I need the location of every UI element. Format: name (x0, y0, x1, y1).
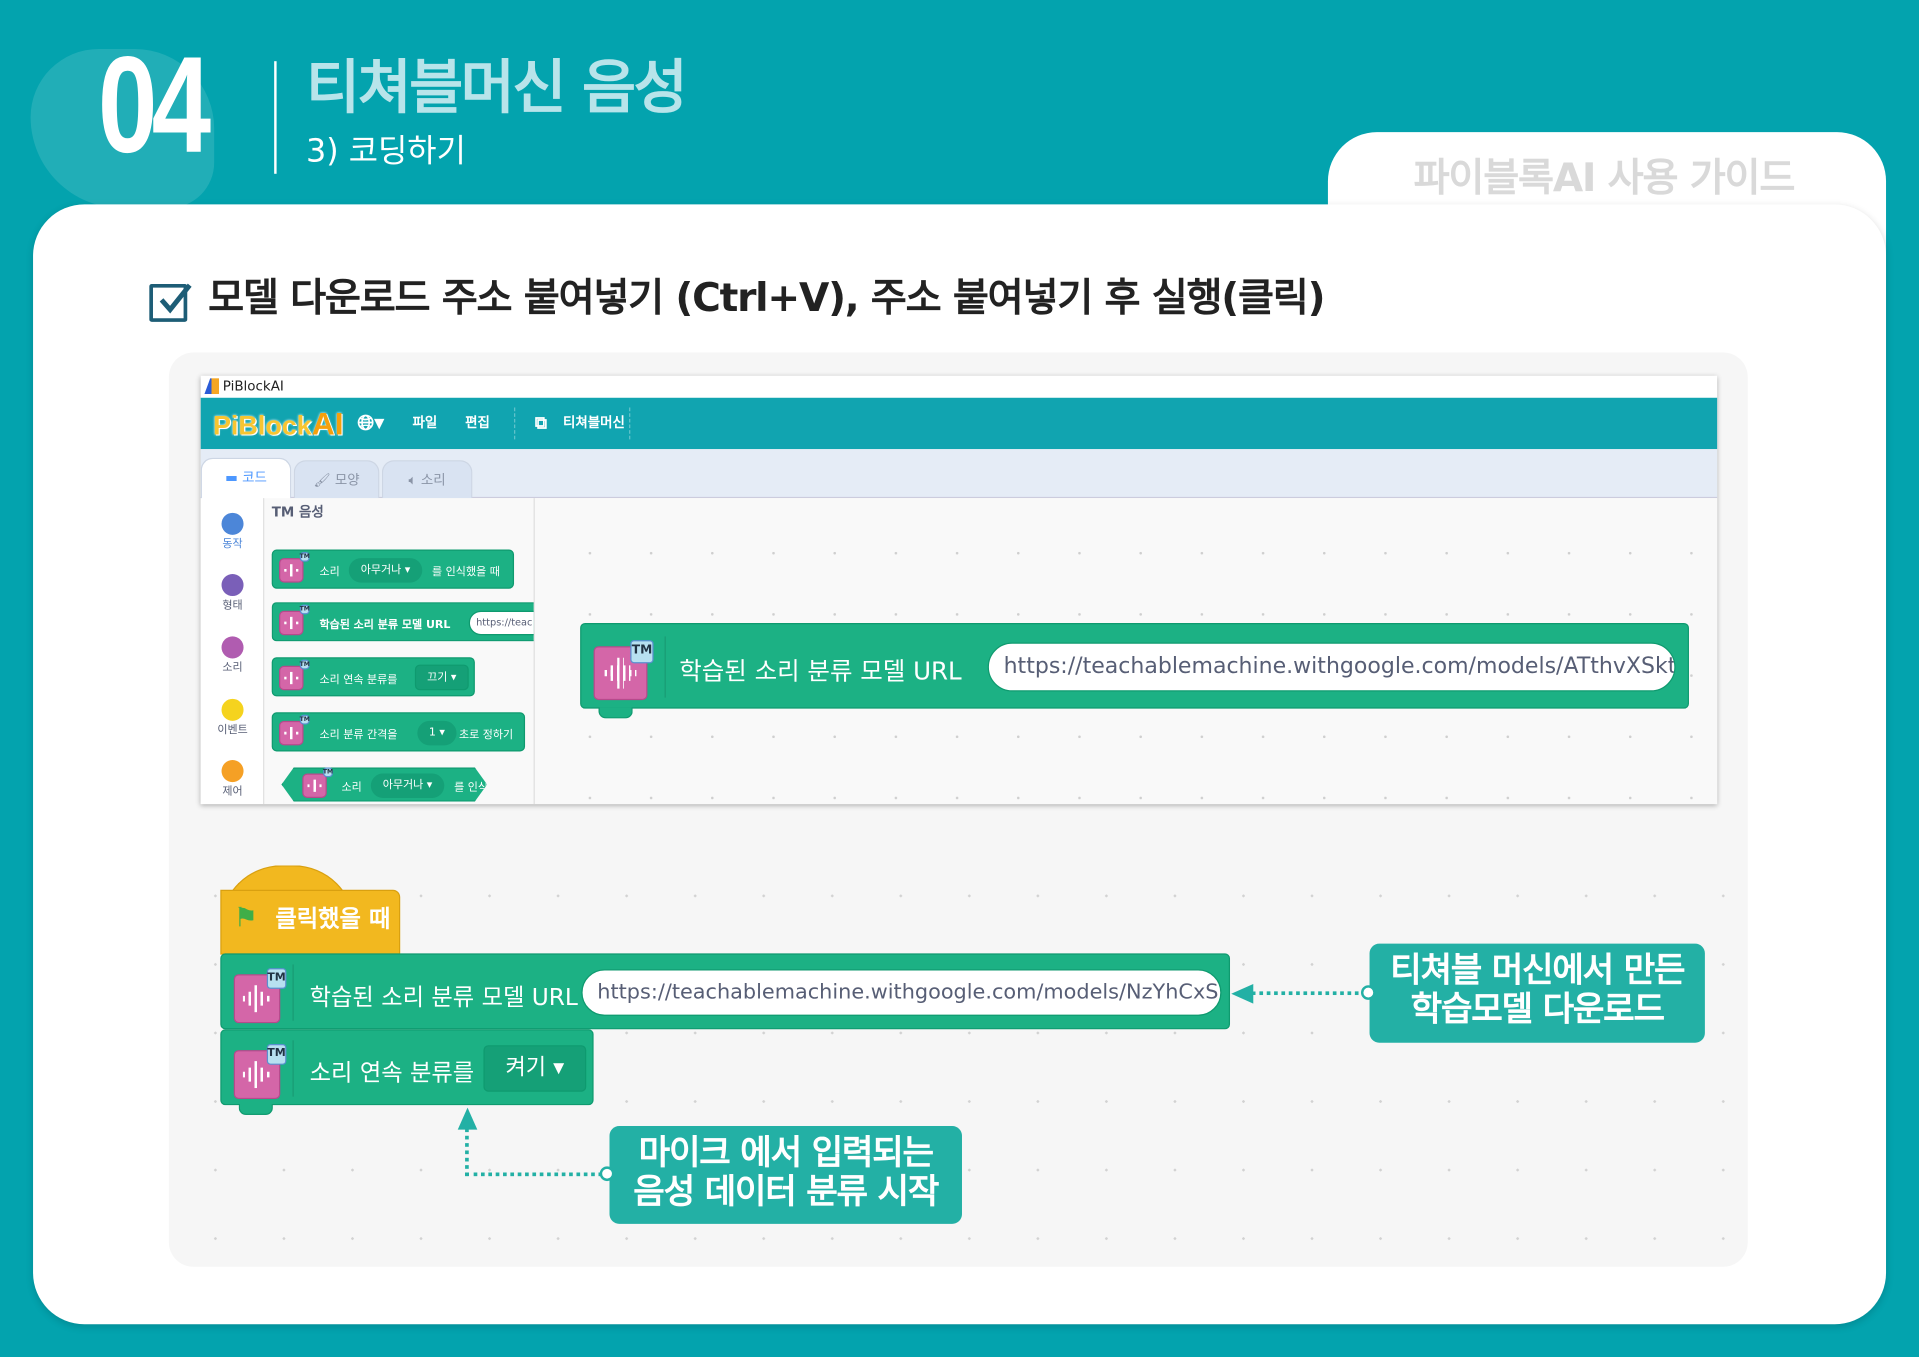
connector-line (1250, 991, 1369, 996)
tab-costumes[interactable]: 🖌︎ 모양 (293, 460, 380, 499)
editor-tabs: ▬ 코드 🖌︎ 모양 🔈︎ 소리 (200, 449, 1718, 500)
block-label: 소리 연속 분류를 (319, 674, 398, 687)
arrow-head-icon (457, 1107, 478, 1130)
tab-sounds[interactable]: 🔈︎ 소리 (381, 460, 473, 499)
connector-line (465, 1172, 603, 1177)
block-label: 소리 (319, 566, 340, 579)
category-list: 동작 형태 소리 이벤트 제어 (200, 498, 265, 805)
instruction-heading: 모델 다운로드 주소 붙여넣기 (Ctrl+V), 주소 붙여넣기 후 실행(클… (208, 274, 1325, 321)
code-icon: ▬ (225, 469, 243, 486)
block-palette: TM 음성 TM 소리 아무거나 ▾ 를 인식했을 때 TM 학습된 소리 분류… (264, 498, 535, 805)
app-logo-icon (204, 378, 220, 395)
globe-icon[interactable]: 🌐︎▾ (357, 398, 384, 449)
section-number: 04 (97, 28, 211, 182)
menu-teachable-machine[interactable]: 티쳐블머신 (563, 398, 625, 449)
block-label: 소리 연속 분류를 (309, 1059, 475, 1087)
workspace-block-model-url[interactable]: TM 학습된 소리 분류 모델 URL https://teachablemac… (580, 622, 1689, 719)
tm-sound-icon: TM (279, 659, 310, 691)
brand-right: AI (311, 405, 344, 442)
palette-block-model-url[interactable]: TM 학습된 소리 분류 모델 URL https://teac (271, 602, 534, 642)
brand-logo[interactable]: PiBlockAI (213, 405, 344, 444)
continuous-classification-block[interactable]: TM 소리 연속 분류를 켜기 ▾ (220, 1029, 594, 1115)
menu-separator (629, 407, 631, 440)
palette-block-continuous[interactable]: TM 소리 연속 분류를 끄기 ▾ (271, 657, 475, 697)
tm-sound-icon: TM (279, 551, 310, 583)
block-label: 소리 (341, 782, 362, 795)
model-url-block[interactable]: TM 학습된 소리 분류 모델 URL https://teachablemac… (220, 953, 1231, 1030)
menu-file[interactable]: 파일 (412, 398, 437, 449)
tm-sound-icon: TM (233, 1043, 287, 1100)
block-label: 를 인식 (454, 782, 488, 795)
onoff-dropdown[interactable]: 끄기 ▾ (414, 664, 469, 691)
onoff-dropdown[interactable]: 켜기 ▾ (483, 1045, 587, 1092)
brush-icon: 🖌︎ (313, 472, 335, 489)
category-sound[interactable]: 소리 (201, 636, 265, 674)
tab-sounds-label: 소리 (420, 472, 446, 489)
url-input[interactable]: https://teac (468, 610, 534, 636)
window-title: PiBlockAI (222, 378, 284, 395)
category-looks[interactable]: 형태 (201, 574, 265, 612)
block-label: 소리 분류 간격을 (319, 729, 398, 742)
block-label: 학습된 소리 분류 모델 URL (679, 656, 962, 686)
block-label: 를 인식했을 때 (432, 566, 500, 579)
block-label: 학습된 소리 분류 모델 URL (319, 619, 451, 632)
interval-dropdown[interactable]: 1 ▾ (417, 720, 457, 746)
code-workspace[interactable]: TM 학습된 소리 분류 모델 URL https://teachablemac… (534, 498, 1718, 805)
tab-code[interactable]: ▬ 코드 (200, 457, 292, 500)
palette-block-when-recognized[interactable]: TM 소리 아무거나 ▾ 를 인식했을 때 (271, 549, 515, 589)
divider (274, 61, 277, 174)
external-link-icon: ⧉ (534, 413, 548, 434)
category-events[interactable]: 이벤트 (201, 698, 265, 737)
checkbox-icon (149, 283, 192, 322)
tm-sound-icon: TM (279, 714, 310, 746)
callout-mic-input: 마이크 에서 입력되는 음성 데이터 분류 시작 (609, 1125, 962, 1224)
page-subtitle: 3) 코딩하기 (305, 133, 466, 171)
window-titlebar: PiBlockAI (201, 376, 1717, 398)
brand-left: PiBlock (212, 410, 312, 441)
page-title: 티쳐블머신 음성 (305, 53, 688, 123)
speaker-icon: 🔈︎ (408, 472, 421, 489)
callout-model-download: 티쳐블 머신에서 만든 학습모델 다운로드 (1369, 943, 1705, 1043)
connector-dot (599, 1166, 615, 1182)
sound-dropdown[interactable]: 아무거나 ▾ (348, 558, 423, 583)
block-label: 학습된 소리 분류 모델 URL (309, 984, 578, 1011)
model-url-input[interactable]: https://teachablemachine.withgoogle.com/… (987, 642, 1676, 692)
palette-block-interval[interactable]: TM 소리 분류 간격을 1 ▾ 초로 정하기 (271, 712, 526, 752)
model-url-input[interactable]: https://teachablemachine.withgoogle.com/… (581, 969, 1222, 1016)
connector-dot (1360, 985, 1376, 1000)
palette-title: TM 음성 (271, 504, 324, 521)
app-window: PiBlockAI PiBlockAI 🌐︎▾ 파일 편집 ⧉ 티쳐블머신 ▬ … (200, 375, 1718, 805)
block-label: 초로 정하기 (458, 729, 514, 742)
tab-code-label: 코드 (242, 469, 267, 486)
arrow-head-icon (1231, 984, 1254, 1004)
category-motion[interactable]: 동작 (201, 512, 265, 551)
hat-label: 클릭했을 때 (275, 905, 391, 933)
palette-block-recognized-boolean[interactable]: TM 소리 아무거나 ▾ 를 인식 (281, 767, 488, 802)
menu-separator (514, 407, 516, 440)
tab-costumes-label: 모양 (334, 472, 360, 489)
green-flag-icon: ⚑ (233, 903, 258, 934)
guide-label: 파이블록AI 사용 가이드 (1413, 154, 1796, 201)
category-control[interactable]: 제어 (201, 760, 265, 798)
tm-sound-icon: TM (593, 640, 654, 701)
tm-sound-icon: TM (279, 604, 310, 636)
tm-sound-icon: TM (302, 767, 333, 798)
menu-bar: PiBlockAI 🌐︎▾ 파일 편집 ⧉ 티쳐블머신 (200, 397, 1718, 450)
block-notch (598, 707, 633, 719)
menu-edit[interactable]: 편집 (465, 398, 490, 449)
sound-dropdown[interactable]: 아무거나 ▾ (370, 773, 445, 798)
connector-line (465, 1128, 469, 1177)
when-flag-clicked-block[interactable]: ⚑ 클릭했을 때 (220, 889, 401, 955)
tm-sound-icon: TM (233, 968, 287, 1024)
block-notch (238, 1103, 273, 1115)
